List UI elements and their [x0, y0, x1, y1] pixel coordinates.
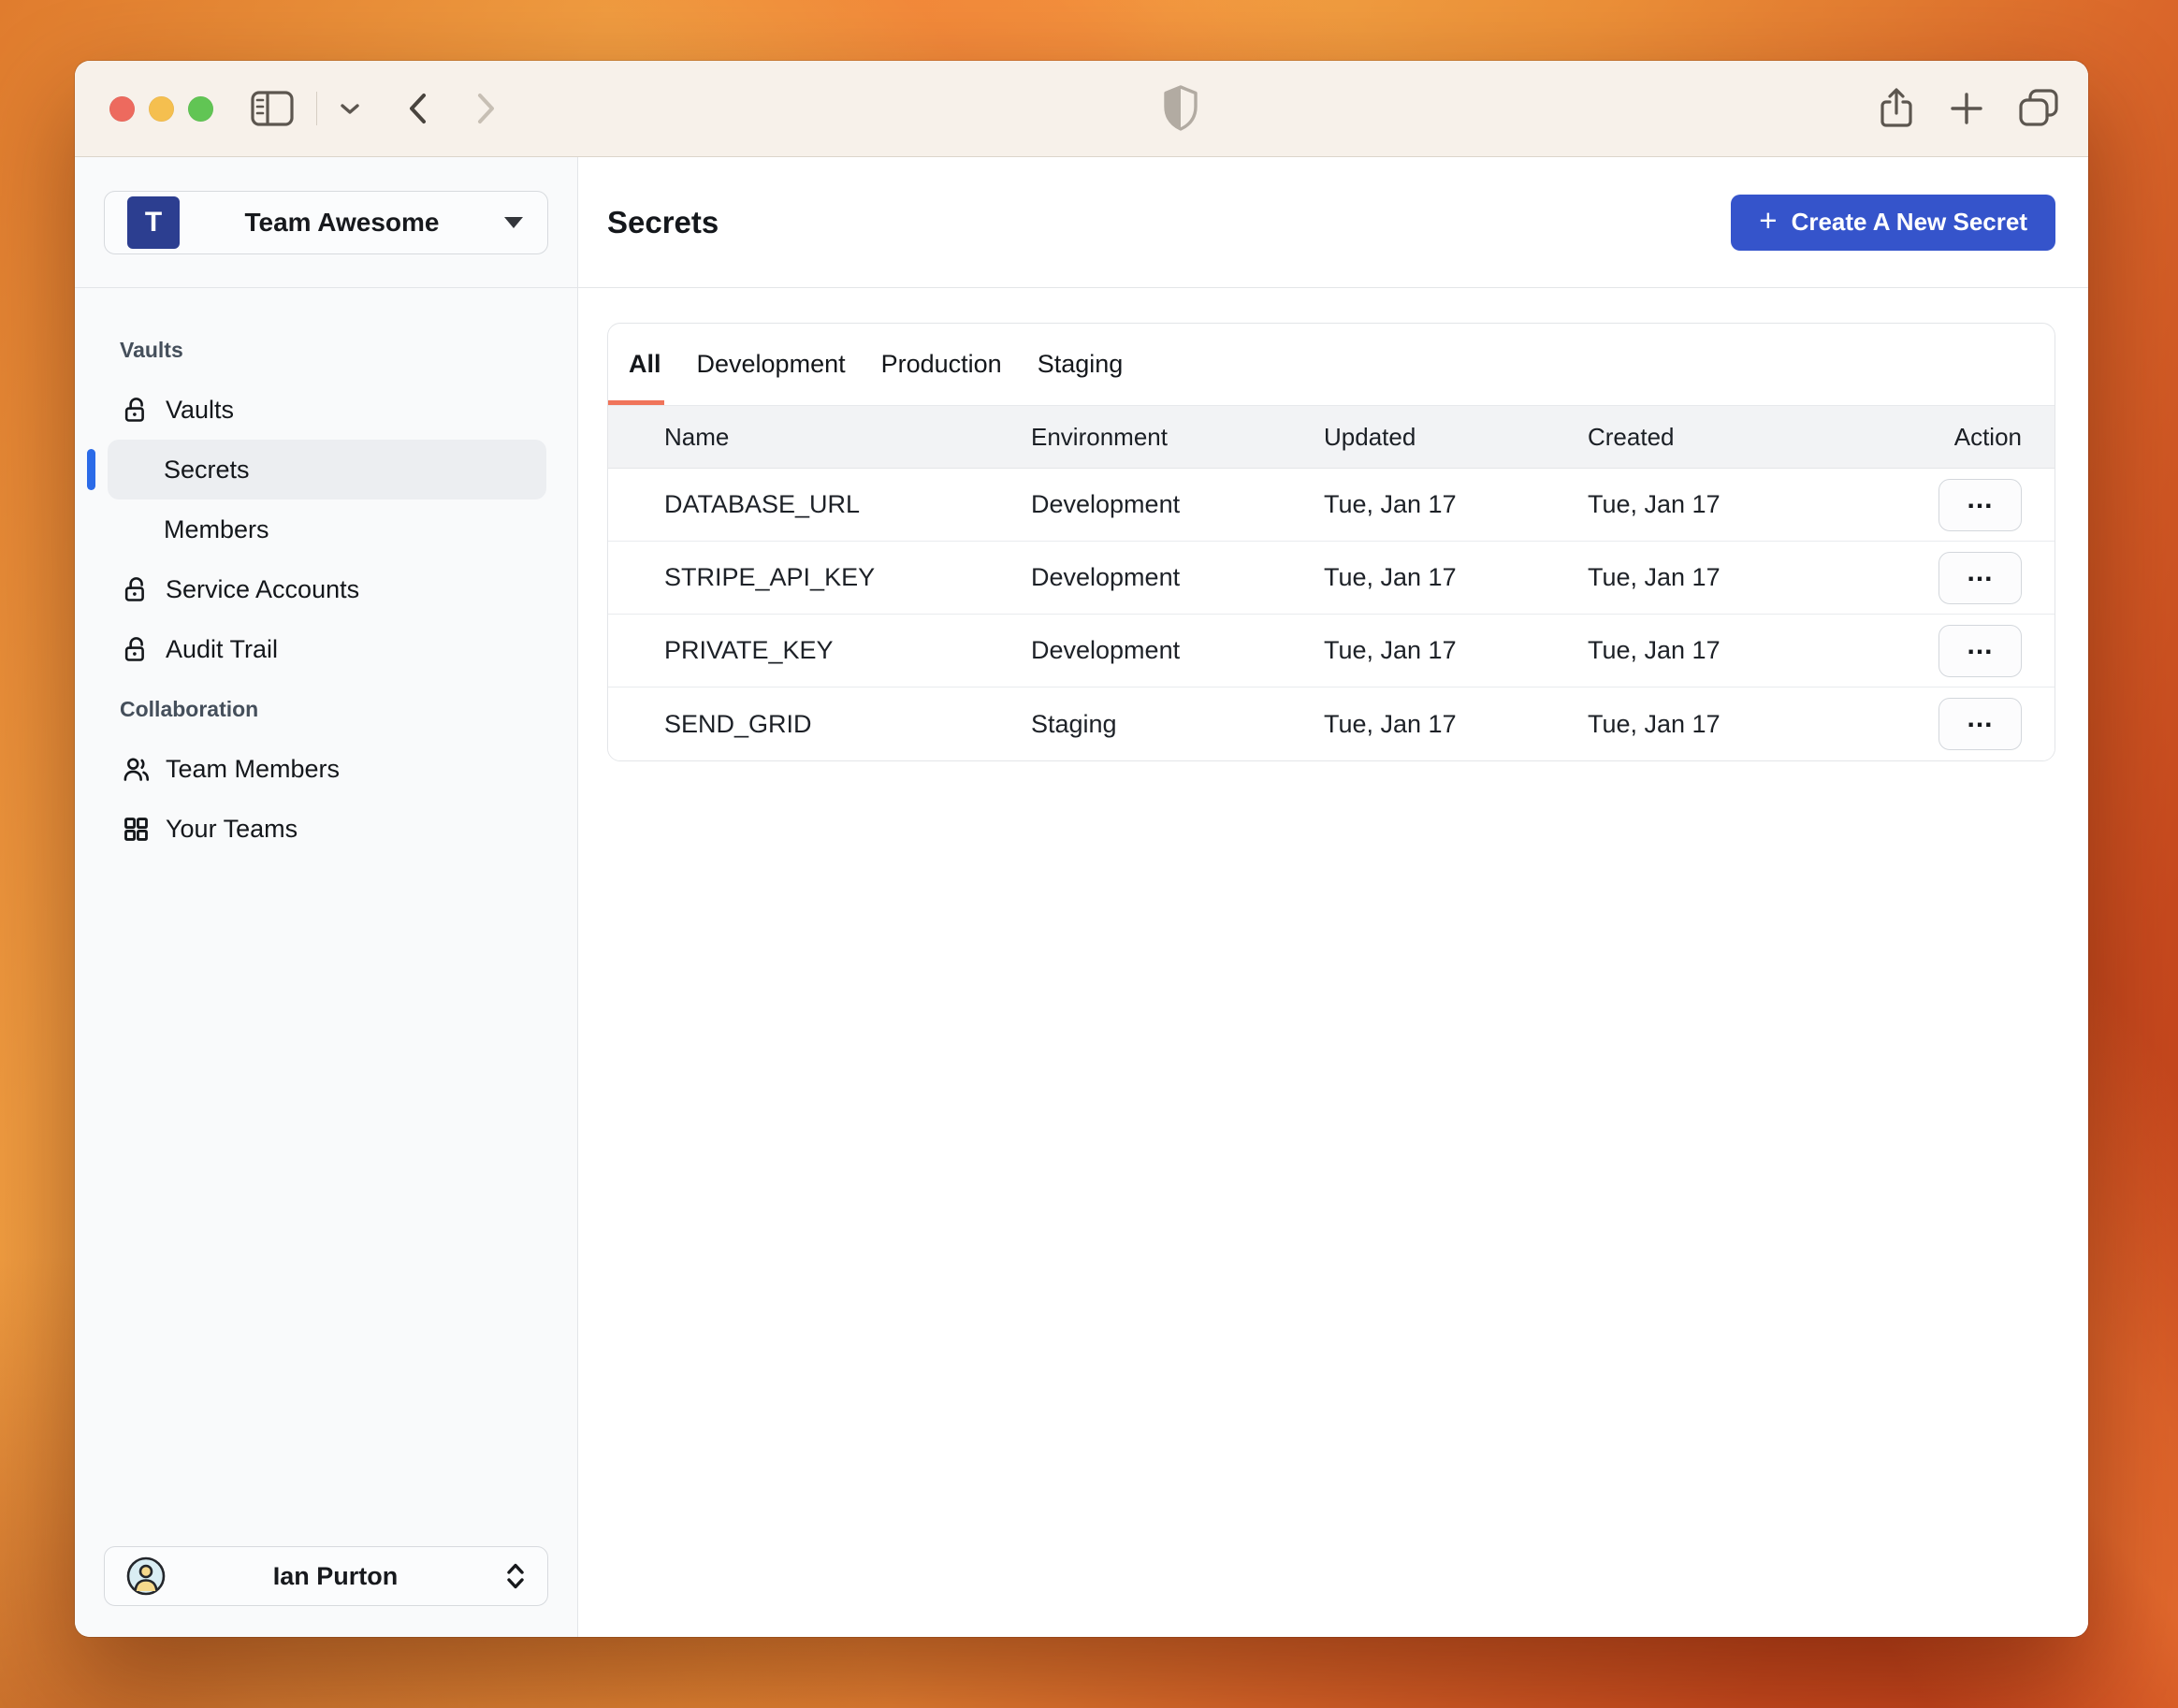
sidebar-nav: Vaults Vaults Secrets Members Service Ac…: [75, 288, 577, 1546]
cell-name: DATABASE_URL: [664, 490, 861, 518]
create-new-secret-label: Create A New Secret: [1791, 208, 2027, 236]
cell-updated: Tue, Jan 17: [1324, 709, 1457, 738]
main-content: All Development Production Staging Name …: [578, 288, 2088, 1637]
ellipsis-icon: ...: [1967, 702, 1994, 733]
section-label-collaboration: Collaboration: [120, 696, 259, 721]
shield-icon: [1160, 61, 1201, 156]
cell-updated: Tue, Jan 17: [1324, 490, 1457, 518]
ellipsis-icon: ...: [1967, 629, 1994, 660]
ellipsis-icon: ...: [1967, 556, 1994, 587]
table-row[interactable]: DATABASE_URL Development Tue, Jan 17 Tue…: [608, 469, 2055, 542]
row-actions-button[interactable]: ...: [1938, 624, 2022, 677]
cell-environment: Development: [1031, 490, 1181, 518]
titlebar: [75, 61, 2088, 157]
sidebar-item-audit-trail[interactable]: Audit Trail: [75, 619, 577, 679]
user-name: Ian Purton: [272, 1561, 399, 1590]
cell-updated: Tue, Jan 17: [1324, 636, 1457, 664]
sidebar-toggle-icon[interactable]: [251, 91, 294, 126]
team-name: Team Awesome: [244, 207, 440, 237]
sidebar-item-label: Service Accounts: [166, 574, 360, 603]
cell-name: SEND_GRID: [664, 709, 812, 738]
forward-icon[interactable]: [476, 92, 497, 125]
tab-development[interactable]: Development: [697, 324, 846, 405]
zoom-window-button[interactable]: [188, 96, 213, 122]
row-actions-button[interactable]: ...: [1938, 478, 2022, 531]
lock-open-icon: [122, 575, 151, 604]
cell-environment: Development: [1031, 636, 1181, 664]
lock-open-icon: [122, 396, 151, 425]
cell-updated: Tue, Jan 17: [1324, 563, 1457, 591]
table-row[interactable]: SEND_GRID Staging Tue, Jan 17 Tue, Jan 1…: [608, 688, 2055, 760]
cell-created: Tue, Jan 17: [1588, 490, 1721, 518]
table-row[interactable]: STRIPE_API_KEY Development Tue, Jan 17 T…: [608, 542, 2055, 615]
tab-staging[interactable]: Staging: [1038, 324, 1124, 405]
new-tab-icon[interactable]: [1948, 90, 1985, 127]
team-avatar: T: [127, 195, 180, 249]
page-title: Secrets: [607, 204, 719, 239]
minimize-window-button[interactable]: [149, 96, 174, 122]
column-header-created: Created: [1588, 422, 1675, 451]
sidebar-item-secrets[interactable]: Secrets: [75, 440, 577, 499]
cell-created: Tue, Jan 17: [1588, 709, 1721, 738]
main-header: Secrets + Create A New Secret: [578, 157, 2088, 288]
table-row[interactable]: PRIVATE_KEY Development Tue, Jan 17 Tue,…: [608, 615, 2055, 688]
sidebar-item-vaults[interactable]: Vaults: [75, 380, 577, 440]
column-header-name: Name: [664, 422, 730, 451]
sidebar-header: T Team Awesome: [75, 157, 577, 288]
sidebar-item-service-accounts[interactable]: Service Accounts: [75, 559, 577, 619]
table-header: Name Environment Updated Created Action: [608, 405, 2055, 469]
sidebar-item-label: Vaults: [166, 395, 235, 424]
lock-open-icon: [122, 635, 151, 664]
cell-name: PRIVATE_KEY: [664, 636, 834, 664]
team-members-icon: [122, 755, 151, 784]
app-window: T Team Awesome Vaults Vaults Secrets Mem…: [75, 61, 2088, 1637]
main-panel: Secrets + Create A New Secret All Develo…: [578, 157, 2088, 1637]
back-icon[interactable]: [407, 92, 428, 125]
tab-production[interactable]: Production: [881, 324, 1002, 405]
cell-environment: Staging: [1031, 709, 1117, 738]
sidebar-item-members[interactable]: Members: [75, 499, 577, 559]
select-updown-icon: [504, 1561, 527, 1591]
sidebar-item-label: Your Teams: [166, 814, 298, 843]
cell-created: Tue, Jan 17: [1588, 563, 1721, 591]
close-window-button[interactable]: [109, 96, 135, 122]
caret-down-icon: [504, 216, 523, 228]
user-selector[interactable]: Ian Purton: [104, 1546, 548, 1606]
tab-all[interactable]: All: [608, 324, 663, 405]
user-avatar-icon: [125, 1556, 167, 1597]
row-actions-button[interactable]: ...: [1938, 698, 2022, 750]
sidebar-item-label: Secrets: [164, 455, 250, 484]
sidebar: T Team Awesome Vaults Vaults Secrets Mem…: [75, 157, 578, 1637]
section-label-vaults: Vaults: [120, 337, 183, 362]
cell-environment: Development: [1031, 563, 1181, 591]
column-header-environment: Environment: [1031, 422, 1168, 451]
environment-tabs: All Development Production Staging: [608, 324, 2055, 405]
team-selector[interactable]: T Team Awesome: [104, 190, 548, 254]
row-actions-button[interactable]: ...: [1938, 551, 2022, 604]
share-icon[interactable]: [1877, 86, 1916, 131]
create-new-secret-button[interactable]: + Create A New Secret: [1731, 194, 2055, 251]
column-header-action: Action: [1953, 422, 2022, 451]
sidebar-item-team-members[interactable]: Team Members: [75, 739, 577, 799]
secrets-card: All Development Production Staging Name …: [607, 323, 2055, 761]
cell-name: STRIPE_API_KEY: [664, 563, 876, 591]
sidebar-item-label: Audit Trail: [166, 634, 279, 663]
cell-created: Tue, Jan 17: [1588, 636, 1721, 664]
sidebar-item-label: Team Members: [166, 754, 341, 783]
tab-overview-icon[interactable]: [2017, 88, 2060, 129]
sidebar-item-your-teams[interactable]: Your Teams: [75, 799, 577, 859]
chevron-down-icon[interactable]: [340, 102, 360, 115]
column-header-updated: Updated: [1324, 422, 1416, 451]
traffic-lights: [109, 96, 213, 122]
sidebar-footer: Ian Purton: [75, 1546, 577, 1637]
teams-grid-icon: [122, 815, 151, 844]
ellipsis-icon: ...: [1967, 483, 1994, 514]
toolbar-separator: [316, 92, 317, 125]
sidebar-item-label: Members: [164, 514, 269, 543]
